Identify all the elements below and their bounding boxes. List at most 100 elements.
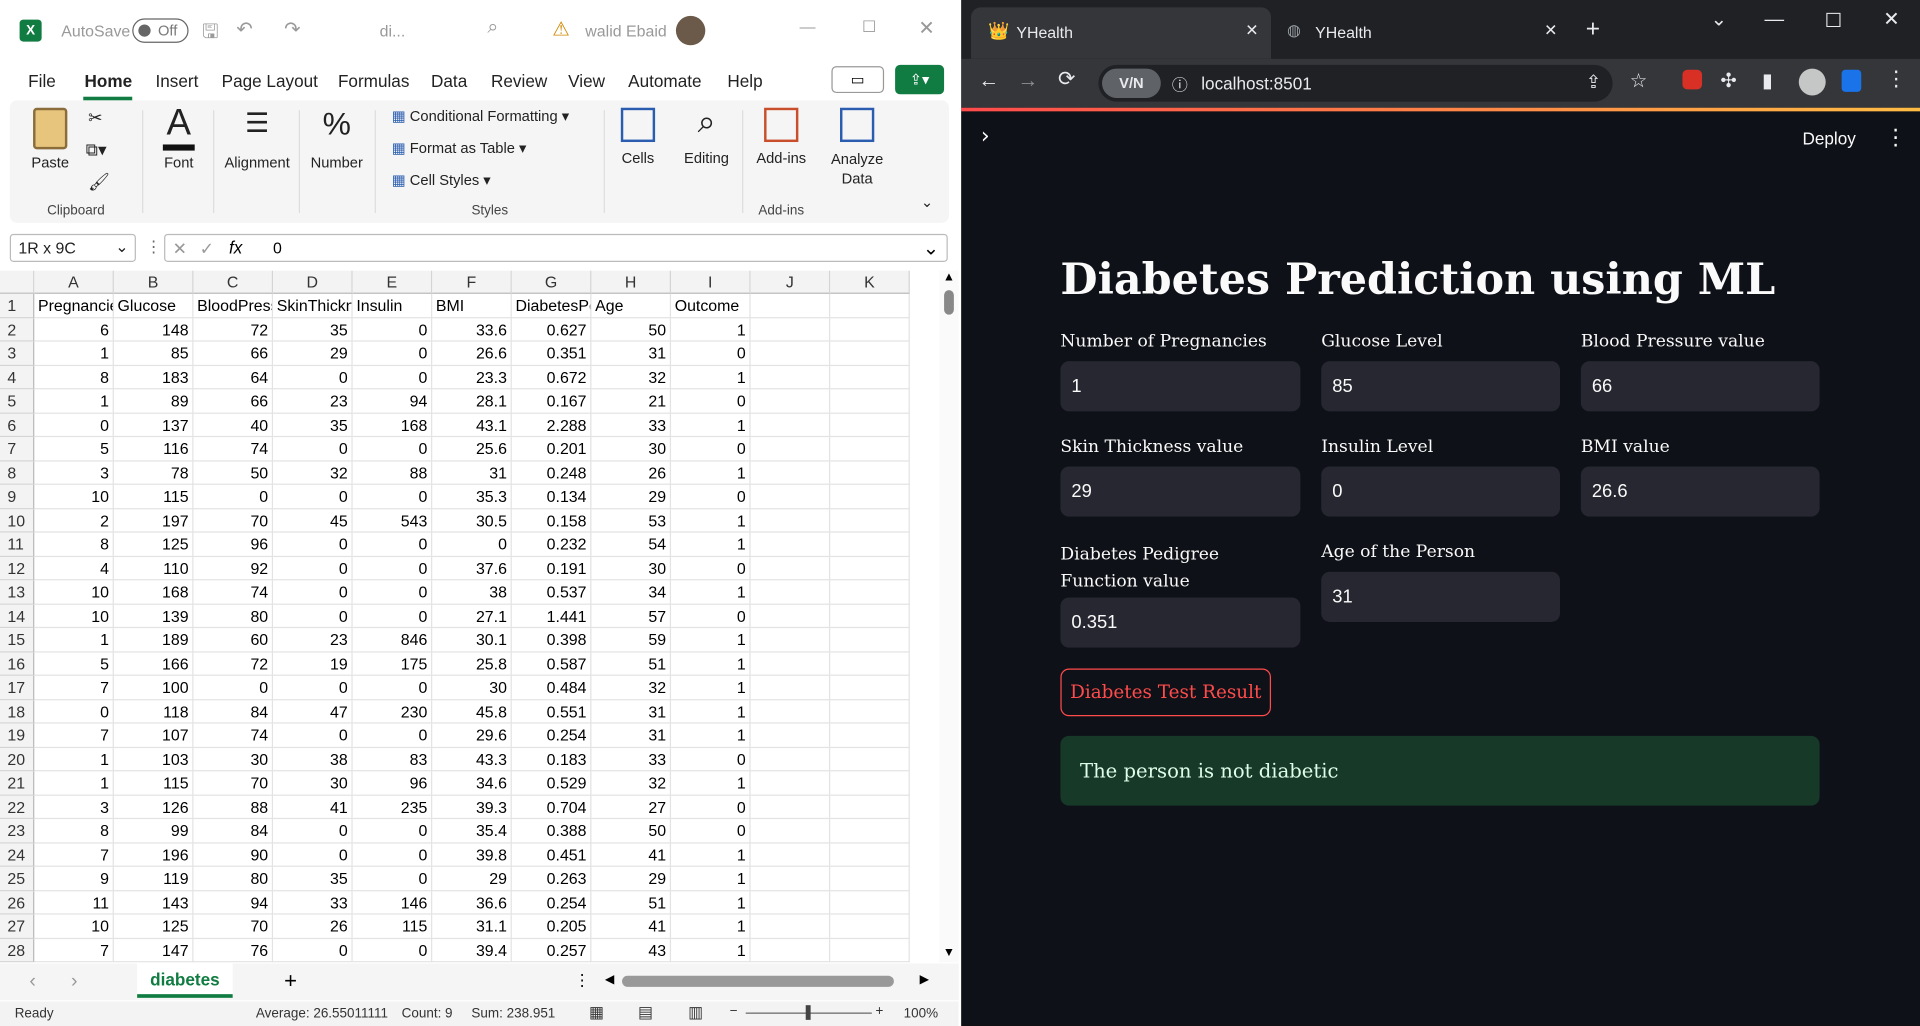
data-cell[interactable]: 0.158	[511, 508, 592, 533]
data-cell[interactable]: 1	[671, 413, 751, 438]
data-cell[interactable]: 96	[352, 771, 433, 796]
row-header[interactable]: 10	[0, 508, 35, 533]
data-cell[interactable]: 41	[591, 914, 672, 939]
select-all-corner[interactable]	[0, 270, 35, 294]
data-cell[interactable]: 118	[113, 699, 194, 724]
insulin-input[interactable]	[1321, 466, 1561, 517]
data-cell[interactable]: 70	[193, 508, 274, 533]
row-header[interactable]: 23	[0, 819, 35, 843]
data-cell[interactable]: 23.3	[432, 365, 512, 390]
data-cell[interactable]: 76	[193, 938, 274, 963]
empty-cell[interactable]	[750, 365, 831, 390]
data-cell[interactable]: 8	[34, 819, 114, 843]
data-cell[interactable]: 0	[34, 699, 114, 724]
row-header[interactable]: 28	[0, 938, 35, 963]
data-cell[interactable]: 1	[34, 747, 114, 772]
data-cell[interactable]: 0	[352, 365, 433, 390]
profile-avatar[interactable]	[1798, 68, 1826, 96]
data-cell[interactable]: 30	[591, 556, 672, 581]
row-header[interactable]: 3	[0, 341, 35, 366]
data-cell[interactable]: 74	[193, 437, 274, 461]
comment-button[interactable]: ▭	[831, 66, 885, 94]
normal-view-icon[interactable]: ▦	[589, 1003, 604, 1023]
data-cell[interactable]: 1	[34, 628, 114, 652]
empty-cell[interactable]	[750, 413, 831, 438]
data-cell[interactable]: 34.6	[432, 771, 512, 796]
save-icon[interactable]: 🖫	[202, 18, 219, 51]
data-cell[interactable]: 66	[193, 389, 274, 414]
new-tab-icon[interactable]: +	[1586, 16, 1600, 44]
data-cell[interactable]: 0.167	[511, 389, 592, 414]
extensions-icon[interactable]: ✣	[1720, 69, 1736, 93]
shield-icon[interactable]	[1841, 69, 1862, 92]
data-cell[interactable]: 10	[34, 914, 114, 939]
empty-cell[interactable]	[750, 795, 831, 820]
sheet-tab-diabetes[interactable]: diabetes	[137, 963, 233, 998]
data-cell[interactable]: 53	[591, 508, 672, 533]
empty-cell[interactable]	[830, 508, 910, 533]
share-icon[interactable]: ⇪	[1586, 71, 1601, 93]
empty-cell[interactable]	[830, 866, 910, 891]
data-cell[interactable]: 33.6	[432, 317, 512, 342]
row-header[interactable]: 22	[0, 795, 35, 820]
data-cell[interactable]: 1	[34, 771, 114, 796]
data-cell[interactable]: 107	[113, 723, 194, 748]
data-cell[interactable]: 37.6	[432, 556, 512, 581]
tab-search-chevron-icon[interactable]: ⌄	[1711, 7, 1727, 31]
age-input[interactable]	[1321, 571, 1561, 622]
empty-cell[interactable]	[830, 365, 910, 390]
data-cell[interactable]: 0	[273, 842, 353, 867]
diabetes-test-result-button[interactable]: Diabetes Test Result	[1060, 668, 1272, 717]
data-cell[interactable]: 0.183	[511, 747, 592, 772]
zoom-out-icon[interactable]: −	[730, 1004, 738, 1019]
data-cell[interactable]: 5	[34, 437, 114, 461]
header-cell[interactable]: Glucose	[113, 293, 194, 318]
data-cell[interactable]: 0.254	[511, 723, 592, 748]
data-cell[interactable]: 100	[113, 675, 194, 700]
data-cell[interactable]: 0	[352, 604, 433, 629]
data-cell[interactable]: 0	[193, 675, 274, 700]
empty-cell[interactable]	[830, 890, 910, 915]
empty-cell[interactable]	[750, 890, 831, 915]
data-cell[interactable]: 1	[671, 842, 751, 867]
analyze-data-button[interactable]: Analyze Data	[820, 100, 893, 222]
data-cell[interactable]: 29	[591, 866, 672, 891]
data-cell[interactable]: 41	[273, 795, 353, 820]
data-cell[interactable]: 84	[193, 819, 274, 843]
data-cell[interactable]: 88	[193, 795, 274, 820]
data-cell[interactable]: 94	[352, 389, 433, 414]
name-box[interactable]: 1R x 9C ⌄	[9, 233, 136, 263]
empty-cell[interactable]	[750, 819, 831, 843]
data-cell[interactable]: 183	[113, 365, 194, 390]
tab-close-icon[interactable]: ✕	[1245, 21, 1258, 41]
data-cell[interactable]: 96	[193, 532, 274, 557]
data-cell[interactable]: 31.1	[432, 914, 512, 939]
data-cell[interactable]: 0	[352, 580, 433, 605]
data-cell[interactable]: 74	[193, 580, 274, 605]
info-icon[interactable]: ⓘ	[1172, 72, 1188, 95]
back-icon[interactable]: ←	[978, 69, 999, 93]
data-cell[interactable]: 0	[671, 747, 751, 772]
row-header[interactable]: 6	[0, 413, 35, 438]
data-cell[interactable]: 45.8	[432, 699, 512, 724]
data-cell[interactable]: 1	[671, 580, 751, 605]
data-cell[interactable]: 39.3	[432, 795, 512, 820]
worksheet-grid[interactable]: ABCDEFGHIJK1PregnanciesGlucoseBloodPress…	[0, 270, 939, 963]
empty-cell[interactable]	[750, 389, 831, 414]
empty-cell[interactable]	[830, 556, 910, 581]
empty-cell[interactable]	[830, 747, 910, 772]
row-header[interactable]: 27	[0, 914, 35, 939]
empty-cell[interactable]	[830, 651, 910, 676]
data-cell[interactable]: 70	[193, 914, 274, 939]
data-cell[interactable]: 47	[273, 699, 353, 724]
row-header[interactable]: 21	[0, 771, 35, 796]
data-cell[interactable]: 50	[193, 460, 274, 485]
column-header-h[interactable]: H	[591, 270, 672, 294]
data-cell[interactable]: 1	[671, 914, 751, 939]
header-cell[interactable]: DiabetesPedigreeFunction	[511, 293, 592, 318]
data-cell[interactable]: 26.6	[432, 341, 512, 366]
data-cell[interactable]: 0	[352, 866, 433, 891]
data-cell[interactable]: 35.3	[432, 484, 512, 509]
empty-cell[interactable]	[830, 723, 910, 748]
data-cell[interactable]: 89	[113, 389, 194, 414]
